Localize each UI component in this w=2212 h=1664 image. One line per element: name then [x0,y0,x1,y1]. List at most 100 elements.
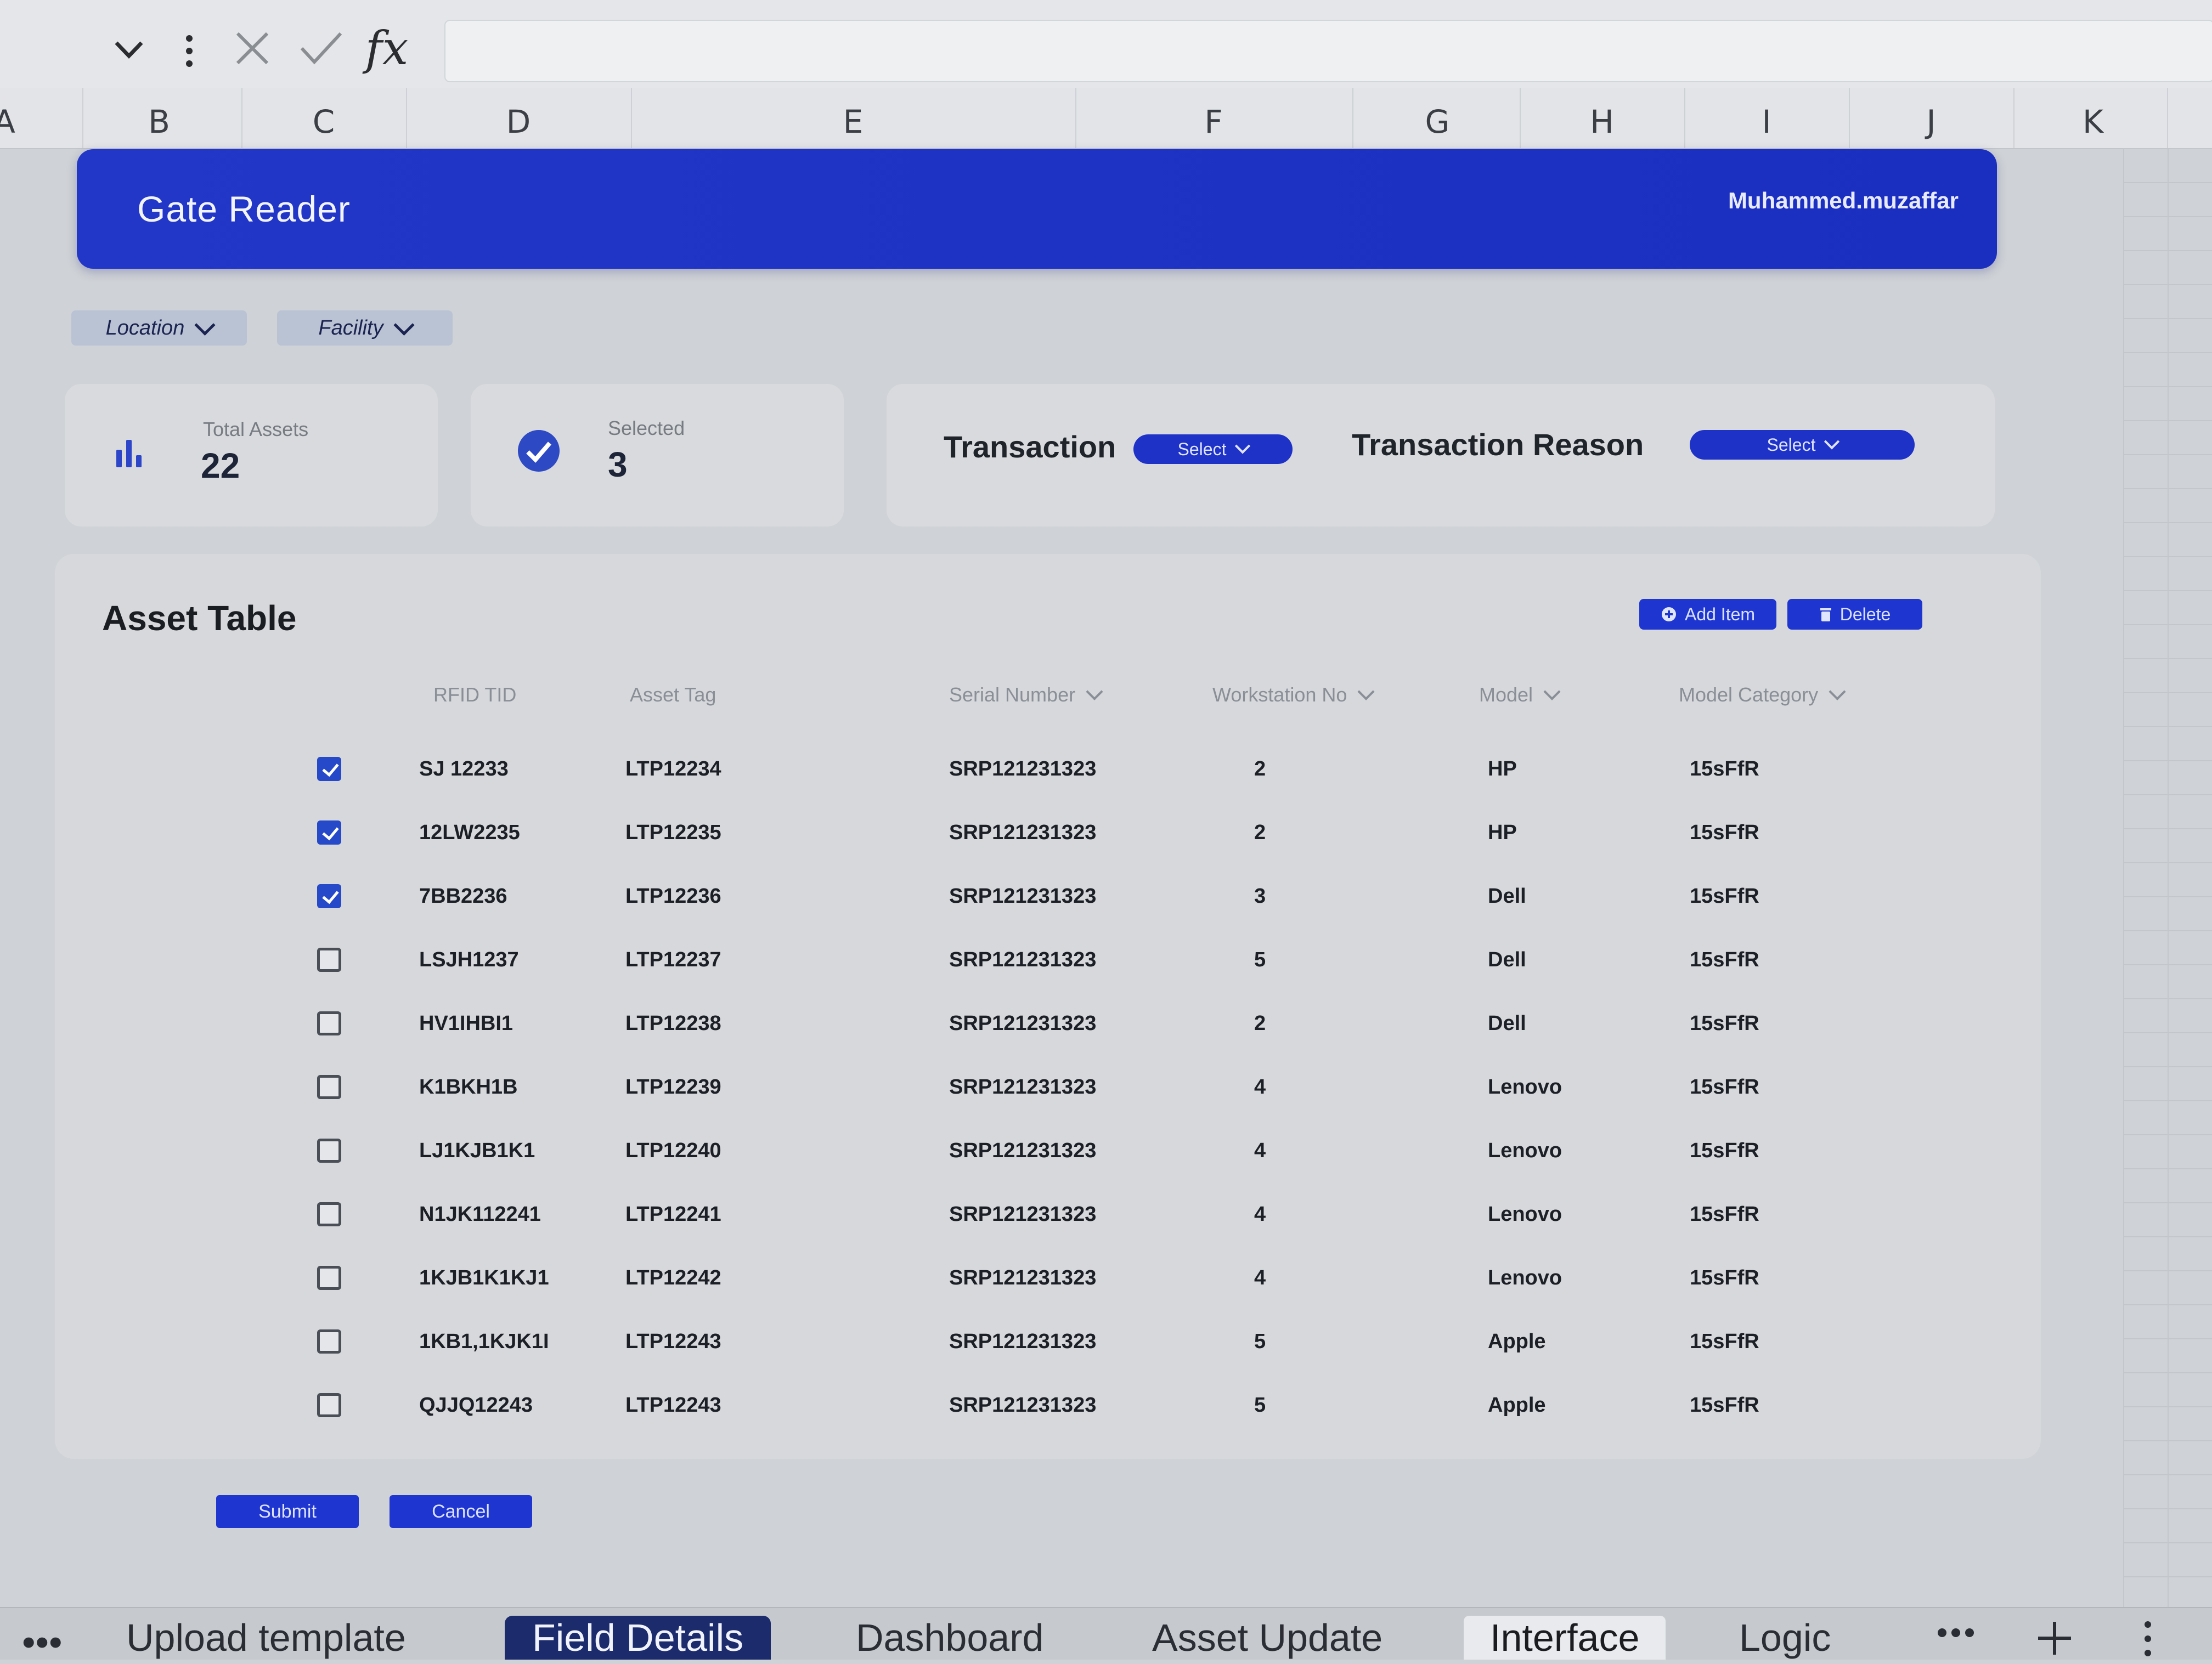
more-options-icon[interactable] [181,32,198,70]
table-row[interactable]: 1KJB1K1KJ1 LTP12242 SRP121231323 4 Lenovo 15s… [55,1247,2041,1309]
chevron-down-icon [1086,683,1103,700]
column-header-h[interactable]: H [1590,103,1614,140]
cell-serial-number: SRP121231323 [949,1012,1097,1035]
chevron-down-icon [1824,434,1840,450]
spreadsheet-grid[interactable] [2123,148,2212,1607]
submit-button[interactable]: Submit [216,1495,359,1528]
sheet-tabs: ••• Upload template Field Details Dashbo… [0,1607,2212,1663]
transaction-label: Transaction [944,429,1116,464]
row-checkbox[interactable] [317,1266,341,1290]
table-row[interactable]: 1KB1,1KJK1I LTP12243 SRP121231323 5 Apple 15s… [55,1311,2041,1372]
formula-input[interactable] [444,20,2212,82]
table-row[interactable]: HV1IHBI1 LTP12238 SRP121231323 2 Dell 15sFfR [55,993,2041,1054]
app-title: Gate Reader [137,189,351,229]
add-item-button[interactable]: Add Item [1639,599,1776,630]
row-checkbox[interactable] [317,1393,341,1417]
table-row[interactable]: LJ1KJB1K1 LTP12240 SRP121231323 4 Lenovo 15sF… [55,1120,2041,1181]
user-name[interactable]: Muhammed.muzaffar [1728,188,1959,214]
cell-asset-tag: LTP12239 [625,1076,721,1099]
cell-asset-tag: LTP12241 [625,1203,721,1226]
cell-rfid-tid: SJ 12233 [419,757,509,780]
cell-model: Apple [1488,1394,1546,1417]
cell-serial-number: SRP121231323 [949,948,1097,971]
table-row[interactable]: SJ 12233 LTP12234 SRP121231323 2 HP 15sFfR [55,738,2041,800]
row-checkbox[interactable] [317,757,341,781]
column-header-f[interactable]: F [1204,103,1222,140]
cell-model: Apple [1488,1330,1546,1353]
sheet-tab-field-details[interactable]: Field Details [505,1616,771,1660]
row-checkbox[interactable] [317,1202,341,1226]
cell-asset-tag: LTP12234 [625,757,721,780]
column-divider [241,88,242,148]
facility-filter[interactable]: Facility [277,310,453,346]
cell-serial-number: SRP121231323 [949,757,1097,780]
confirm-entry-icon[interactable] [296,26,346,70]
more-sheets-icon[interactable] [1937,1625,1975,1641]
sheet-tab-logic[interactable]: Logic [1739,1616,1831,1660]
transaction-reason-label: Transaction Reason [1352,427,1644,462]
column-header-c[interactable]: C [313,103,335,140]
cell-model-category: 15sFfR [1690,757,1759,780]
column-header-g[interactable]: G [1425,103,1450,140]
cell-model-category: 15sFfR [1690,821,1759,844]
cell-rfid-tid: K1BKH1B [419,1076,518,1099]
bar-chart-icon [116,440,142,467]
column-header-d[interactable]: D [506,103,531,140]
cell-model: Lenovo [1488,1266,1562,1289]
insert-function-button[interactable]: fx [362,21,411,75]
delete-button[interactable]: Delete [1787,599,1922,630]
column-rfid-tid[interactable]: RFID TID [433,683,516,706]
column-header-i[interactable]: I [1762,103,1771,140]
column-model[interactable]: Model [1479,683,1561,706]
sheet-options-icon[interactable] [2140,1619,2156,1660]
row-checkbox[interactable] [317,1139,341,1163]
column-header-b[interactable]: B [148,103,170,140]
column-divider [2167,88,2168,148]
cell-model-category: 15sFfR [1690,948,1759,971]
facility-filter-label: Facility [318,316,383,339]
cell-workstation-no: 2 [1254,757,1266,780]
sheet-tab-asset-update[interactable]: Asset Update [1152,1616,1383,1660]
column-workstation-no[interactable]: Workstation No [1212,683,1375,706]
row-checkbox[interactable] [317,948,341,972]
chevron-down-icon [1543,683,1561,700]
column-model-category[interactable]: Model Category [1679,683,1846,706]
column-header-k[interactable]: K [2083,103,2103,140]
table-row[interactable]: LSJH1237 LTP12237 SRP121231323 5 Dell 15sFfR [55,929,2041,991]
transaction-reason-select[interactable]: Select [1690,430,1915,460]
table-row[interactable]: 7BB2236 LTP12236 SRP121231323 3 Dell 15sFfR [55,865,2041,927]
column-header-j[interactable]: J [1926,103,1936,140]
table-row[interactable]: QJJQ12243 LTP12243 SRP121231323 5 Apple 15sFf… [55,1374,2041,1436]
sheet-tab-dashboard[interactable]: Dashboard [856,1616,1043,1660]
table-row[interactable]: 12LW2235 LTP12235 SRP121231323 2 HP 15sFfR [55,802,2041,863]
row-checkbox[interactable] [317,884,341,908]
cell-model-category: 15sFfR [1690,1203,1759,1226]
column-model-category-label: Model Category [1679,683,1819,706]
app-header: Gate Reader Muhammed.muzaffar [77,149,1997,269]
name-box-dropdown[interactable] [110,33,148,66]
column-header-a[interactable]: A [0,103,15,140]
row-checkbox[interactable] [317,1011,341,1035]
column-serial-number[interactable]: Serial Number [949,683,1103,706]
table-row[interactable]: K1BKH1B LTP12239 SRP121231323 4 Lenovo 15sFfR [55,1056,2041,1118]
column-asset-tag[interactable]: Asset Tag [630,683,716,706]
cell-serial-number: SRP121231323 [949,1394,1097,1417]
cell-workstation-no: 2 [1254,1012,1266,1035]
column-header-e[interactable]: E [843,103,864,140]
cancel-entry-icon[interactable] [228,26,277,70]
row-checkbox[interactable] [317,1329,341,1354]
sheet-tab-interface[interactable]: Interface [1464,1616,1666,1660]
row-checkbox[interactable] [317,1075,341,1099]
add-sheet-icon[interactable] [2035,1619,2074,1657]
sheet-nav-dots-icon[interactable]: ••• [22,1620,63,1664]
cell-workstation-no: 4 [1254,1203,1266,1226]
cell-serial-number: SRP121231323 [949,1266,1097,1289]
cell-model: Dell [1488,1012,1526,1035]
cancel-button[interactable]: Cancel [390,1495,532,1528]
row-checkbox[interactable] [317,820,341,845]
location-filter[interactable]: Location [71,310,247,346]
sheet-tab-upload-template[interactable]: Upload template [126,1616,406,1660]
table-row[interactable]: N1JK112241 LTP12241 SRP121231323 4 Lenovo 15s… [55,1184,2041,1245]
transaction-select[interactable]: Select [1133,434,1293,464]
cell-asset-tag: LTP12238 [625,1012,721,1035]
